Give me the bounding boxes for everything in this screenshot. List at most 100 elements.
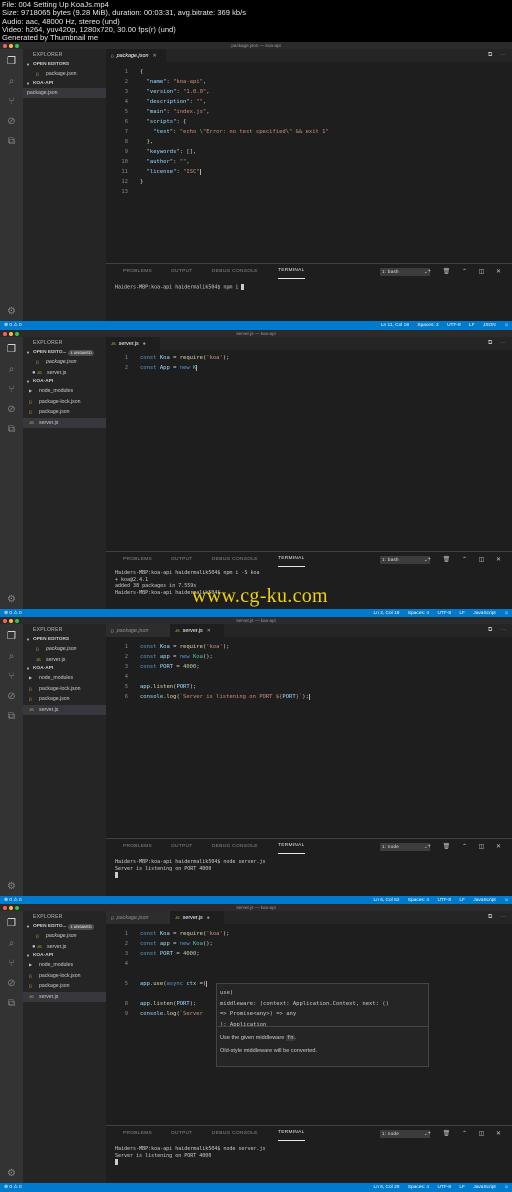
status-spaces[interactable]: Spaces: 4 [408,611,429,616]
tab-output[interactable]: OUTPUT [171,552,193,568]
gear-icon[interactable]: ⚙ [6,1168,17,1179]
tab-debug-console[interactable]: DEBUG CONSOLE [212,1126,258,1142]
debug-icon[interactable]: ⊘ [6,404,17,415]
tab-debug-console[interactable]: DEBUG CONSOLE [212,264,258,280]
tab-package-json[interactable]: {} package.json [106,624,170,637]
koa-api-folder[interactable]: ▼ KOA-API [23,665,106,673]
debug-icon[interactable]: ⊘ [6,978,17,989]
open-editors-section[interactable]: ▼ OPEN EDITO... 1 UNSAVED [23,923,106,931]
files-icon[interactable]: ❐ [6,631,17,642]
files-icon[interactable]: ❐ [6,56,17,67]
tab-terminal[interactable]: TERMINAL [278,552,305,567]
open-editor-item[interactable]: ● JS server.js [23,368,106,379]
file-item-package-lock[interactable]: {} package-lock.json [23,397,106,408]
source-control-icon[interactable]: ⑂ [6,96,17,107]
terminal-actions[interactable]: + 🗑 ⌃ ◫ ✕ [427,839,506,855]
files-icon[interactable]: ❐ [6,918,17,929]
smiley-icon[interactable]: ☺ [504,611,509,616]
koa-api-folder[interactable]: ▼ KOA-API [23,80,106,88]
koa-api-folder[interactable]: ▼ KOA-API [23,952,106,960]
code-editor[interactable]: 1 2 3 4 5 6 7 8 9 10 11 12 13 { "name": "koa-api", "… [106,62,512,262]
window-controls[interactable] [3,618,19,623]
open-editor-item[interactable]: ● JS server.js [23,942,106,953]
editor-actions[interactable]: ⧉ ⋯ [488,914,509,921]
smiley-icon[interactable]: ☺ [504,898,509,903]
unsaved-dot-icon[interactable]: ● [207,915,210,921]
status-encoding[interactable]: UTF-8 [437,611,451,616]
status-eol[interactable]: LF [469,323,475,328]
gear-icon[interactable]: ⚙ [6,594,17,605]
status-language[interactable]: JavaScript [473,1185,495,1190]
file-item-package-json[interactable]: {} package.json [23,694,106,705]
search-icon[interactable]: ⌕ [6,938,17,949]
tab-problems[interactable]: PROBLEMS [123,839,152,855]
code-editor[interactable]: 12 const Koa = require('koa'); const App… [106,350,512,550]
folder-node-modules[interactable]: ▶ node_modules [23,386,106,397]
tab-server-js[interactable]: JS server.js ✕ [170,624,224,637]
terminal-output[interactable]: Haiders-MBP:koa-api haidermalik504$ node… [115,1146,508,1166]
smiley-icon[interactable]: ☺ [504,323,509,328]
status-spaces[interactable]: Spaces: 2 [417,323,438,328]
tab-output[interactable]: OUTPUT [171,839,193,855]
open-editors-section[interactable]: ▼ OPEN EDITORS [23,636,106,644]
open-editors-section[interactable]: ▼ OPEN EDITO... 1 UNSAVED [23,349,106,357]
source-control-icon[interactable]: ⑂ [6,671,17,682]
tab-server-js[interactable]: JS server.js ● [170,911,224,924]
close-icon[interactable]: ✕ [207,628,211,634]
status-position[interactable]: Ln 6, Col 52 [374,898,400,903]
status-eol[interactable]: LF [459,898,465,903]
status-encoding[interactable]: UTF-8 [437,898,451,903]
status-position[interactable]: Ln 2, Col 18 [374,611,400,616]
file-item-package-json[interactable]: {} package.json [23,407,106,418]
status-spaces[interactable]: Spaces: 4 [408,1185,429,1190]
search-icon[interactable]: ⌕ [6,651,17,662]
search-icon[interactable]: ⌕ [6,76,17,87]
extensions-icon[interactable]: ⧉ [6,136,17,147]
tab-package-json[interactable]: {} package.json ✕ [106,49,166,62]
terminal-actions[interactable]: + 🗑 ⌃ ◫ ✕ [427,264,506,280]
koa-api-folder[interactable]: ▼ KOA-API [23,378,106,386]
gear-icon[interactable]: ⚙ [6,881,17,892]
terminal-output[interactable]: Haiders-MBP:koa-api haidermalik504$ npm … [115,284,508,291]
terminal-actions[interactable]: + 🗑 ⌃ ◫ ✕ [427,552,506,568]
status-errors[interactable]: ⊗ 0 ⚠ 0 [4,321,22,330]
file-item-server-js[interactable]: JS server.js [23,991,106,1002]
status-language[interactable]: JSON [483,323,496,328]
window-controls[interactable] [3,331,19,336]
gear-icon[interactable]: ⚙ [6,306,17,317]
tab-debug-console[interactable]: DEBUG CONSOLE [212,552,258,568]
editor-actions[interactable]: ⧉ ⋯ [488,52,509,59]
code-content[interactable]: const Koa = require('koa'); const App = … [140,353,229,373]
status-errors[interactable]: ⊗ 0 ⚠ 0 [4,1183,22,1192]
debug-icon[interactable]: ⊘ [6,691,17,702]
file-item-server-js[interactable]: JS server.js [23,417,106,428]
code-editor[interactable]: 123456 const Koa = require('koa'); const… [106,637,512,837]
terminal-select[interactable]: 1: bash ⌄ [380,556,430,564]
close-icon[interactable]: ✕ [152,53,156,59]
code-content[interactable]: const Koa = require('koa'); const app = … [140,642,310,702]
status-language[interactable]: JavaScript [473,898,495,903]
open-editor-item[interactable]: {} package.json [23,644,106,655]
status-position[interactable]: Ln 6, Col 20 [374,1185,400,1190]
tab-output[interactable]: OUTPUT [171,1126,193,1142]
unsaved-dot-icon[interactable]: ● [143,341,146,347]
window-controls[interactable] [3,905,19,910]
tab-server-js[interactable]: JS server.js ● [106,337,160,350]
open-editor-item[interactable]: {} package.json [23,69,106,80]
files-icon[interactable]: ❐ [6,344,17,355]
status-position[interactable]: Ln 11, Col 19 [381,323,409,328]
open-editor-item[interactable]: JS server.js [23,655,106,666]
file-item-package-lock[interactable]: {} package-lock.json [23,684,106,695]
tab-debug-console[interactable]: DEBUG CONSOLE [212,839,258,855]
status-eol[interactable]: LF [459,1185,465,1190]
status-encoding[interactable]: UTF-8 [437,1185,451,1190]
terminal-output[interactable]: Haiders-MBP:koa-api haidermalik504$ node… [115,859,508,879]
folder-node-modules[interactable]: ▶ node_modules [23,673,106,684]
terminal-select[interactable]: 1: bash ⌄ [380,268,430,276]
tab-problems[interactable]: PROBLEMS [123,552,152,568]
tab-output[interactable]: OUTPUT [171,264,193,280]
editor-actions[interactable]: ⧉ ⋯ [488,340,509,347]
open-editors-section[interactable]: ▼ OPEN EDITORS [23,61,106,69]
smiley-icon[interactable]: ☺ [504,1185,509,1190]
status-eol[interactable]: LF [459,611,465,616]
